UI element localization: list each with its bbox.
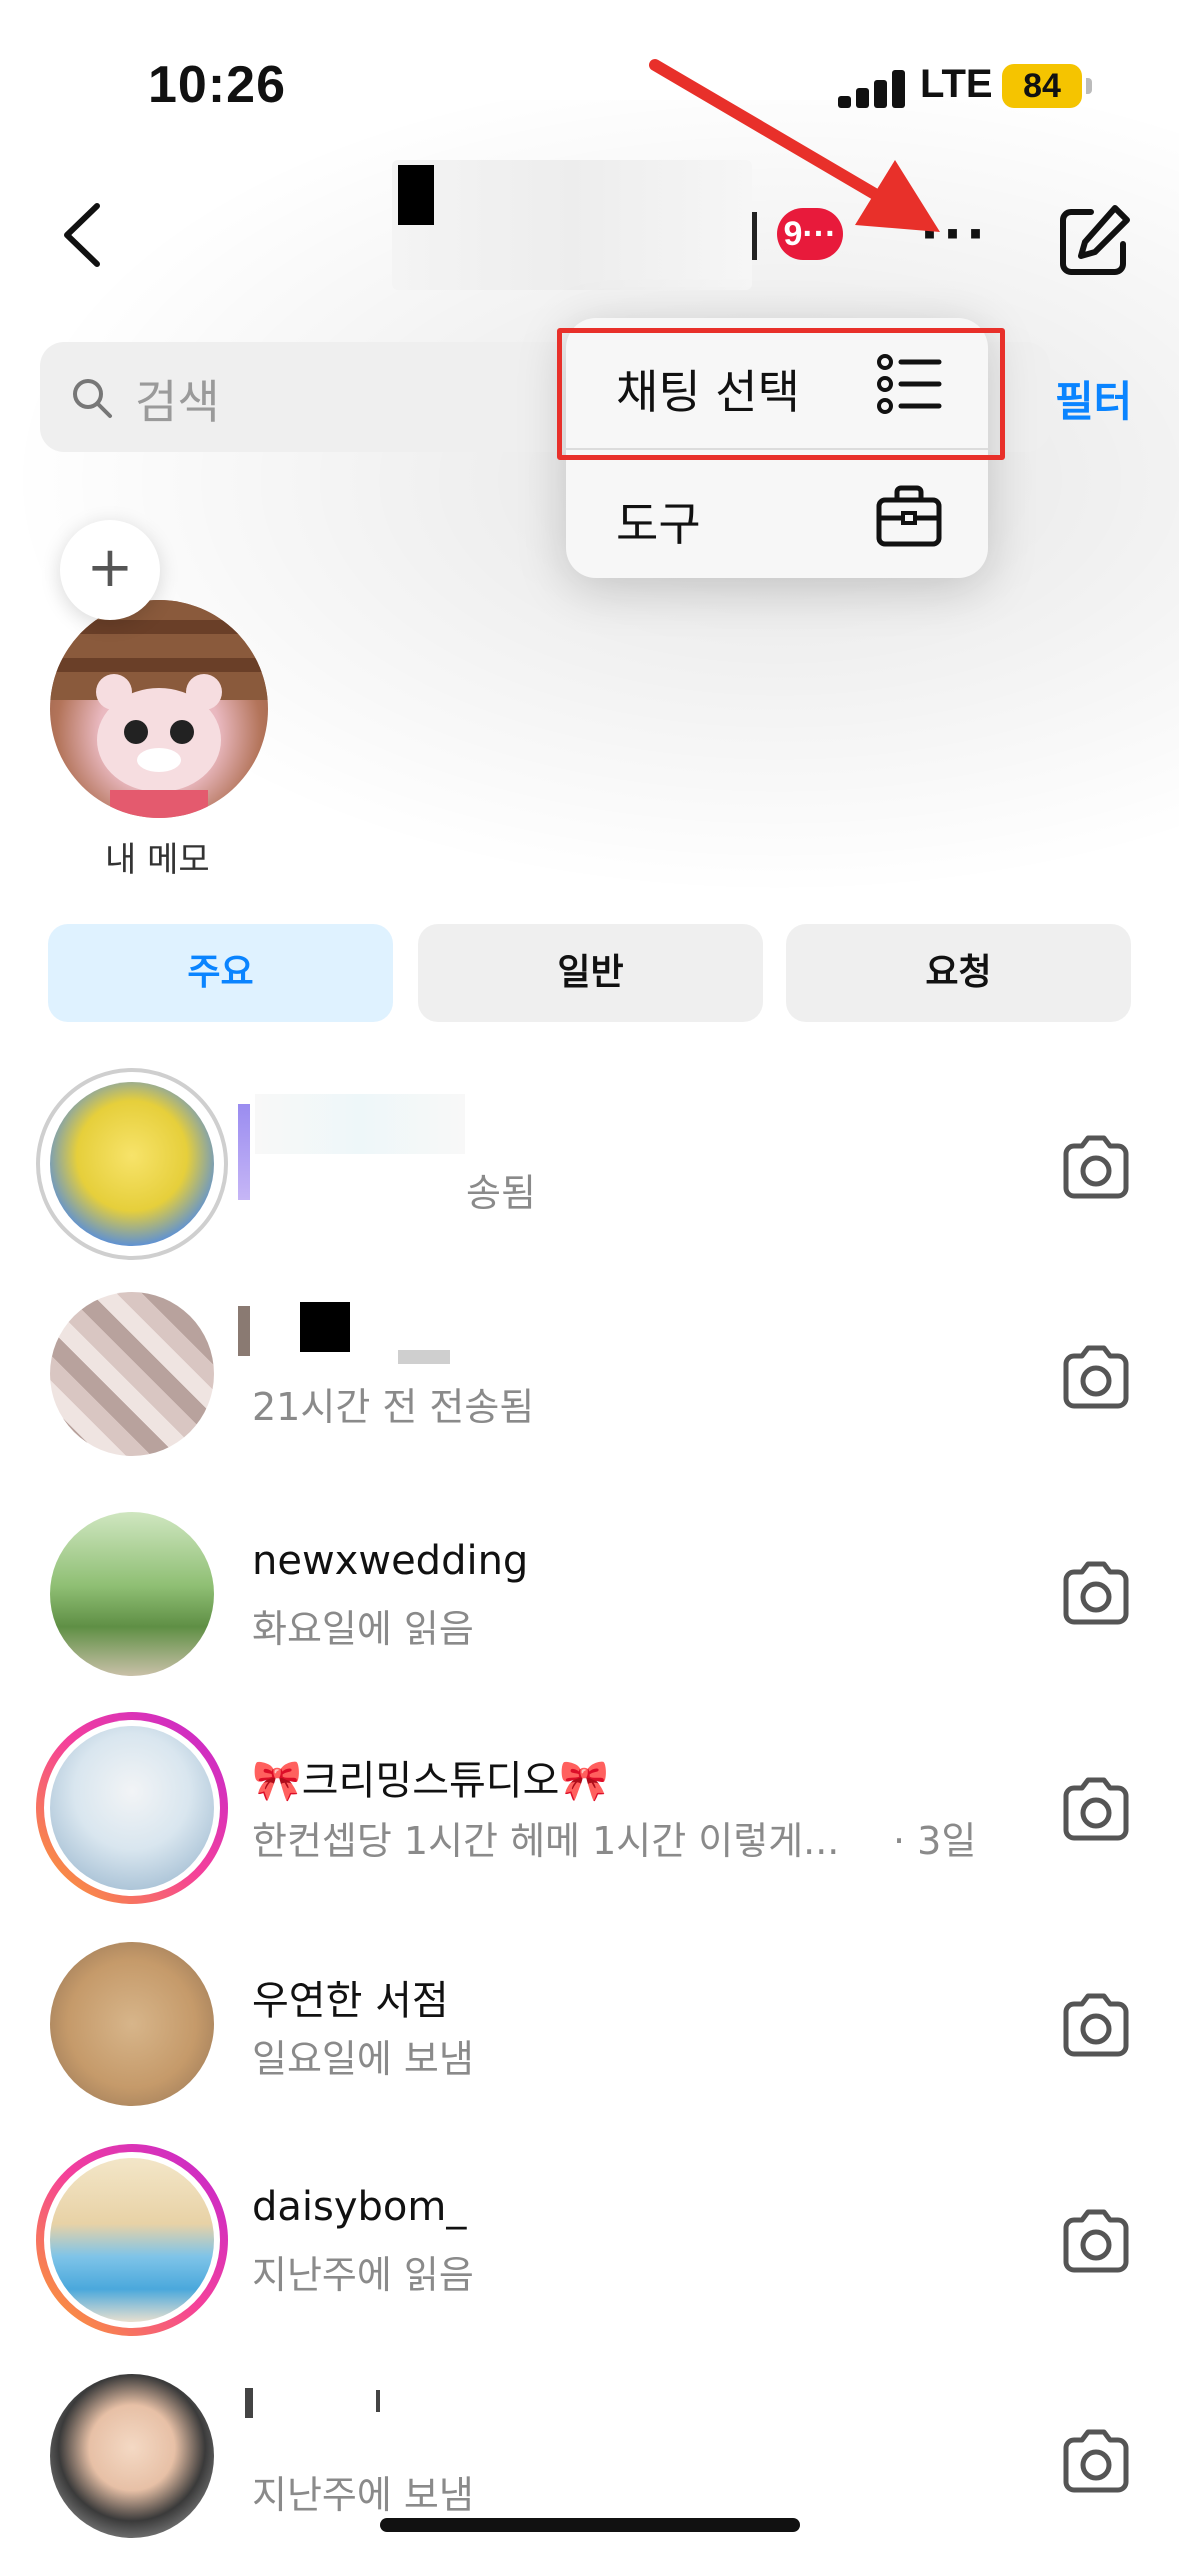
camera-icon[interactable] [1060, 1344, 1132, 1410]
thread-status: 지난주에 보냄 [252, 2473, 474, 2517]
title-redaction [398, 165, 434, 225]
avatar [50, 1082, 214, 1246]
camera-icon[interactable] [1060, 2208, 1132, 2274]
name-redaction [398, 1350, 450, 1364]
thread-row[interactable]: 🎀크리밍스튜디오🎀 한컨셉당 1시간 헤메 1시간 이렇게... · 3일 [0, 1712, 1179, 1912]
thread-status: 일요일에 보냄 [252, 2037, 474, 2081]
avatar [50, 1512, 214, 1676]
compose-button[interactable] [1055, 200, 1135, 280]
avatar [50, 1726, 214, 1890]
compose-icon [1060, 205, 1130, 275]
name-redaction [300, 1302, 350, 1352]
toolbox-icon [876, 485, 942, 547]
thread-row[interactable]: newxwedding 화요일에 읽음 [0, 1496, 1179, 1696]
thread-name: daisybom_ [252, 2184, 467, 2230]
thread-name: 🎀크리밍스튜디오🎀 [252, 1758, 610, 1804]
thread-status: 한컨셉당 1시간 헤메 1시간 이렇게... [252, 1819, 840, 1863]
status-time: 10:26 [148, 56, 286, 114]
thread-row[interactable]: 송됨 [0, 1064, 1179, 1264]
thread-status: 송됨 [466, 1171, 536, 1215]
thread-status: 화요일에 읽음 [252, 1607, 474, 1651]
name-redaction [238, 1104, 250, 1200]
my-note-caption: 내 메모 [105, 840, 210, 880]
avatar [50, 2374, 214, 2538]
battery-icon: 84 [1002, 64, 1082, 108]
annotation-highlight-box [557, 328, 1005, 460]
home-indicator[interactable] [380, 2518, 800, 2532]
menu-item-label: 도구 [616, 497, 701, 551]
thread-status: 지난주에 읽음 [252, 2253, 474, 2297]
thread-status: 21시간 전 전송됨 [252, 1385, 535, 1429]
menu-item-tools[interactable]: 도구 [566, 450, 988, 580]
name-redaction [245, 2388, 253, 2418]
annotation-arrow [649, 59, 940, 232]
my-note-avatar[interactable] [50, 600, 268, 818]
battery-cap [1086, 78, 1092, 94]
camera-icon[interactable] [1060, 1776, 1132, 1842]
avatar [50, 1292, 214, 1456]
camera-icon[interactable] [1060, 1992, 1132, 2058]
thread-timestamp: · 3일 [893, 1819, 977, 1863]
avatar [50, 2158, 214, 2322]
filter-button[interactable]: 필터 [1055, 368, 1132, 429]
camera-icon[interactable] [1060, 1134, 1132, 1200]
add-note-button[interactable]: + [60, 520, 160, 620]
thread-name: newxwedding [252, 1538, 529, 1584]
tab-general[interactable]: 일반 [418, 924, 763, 1022]
thread-name: 우연한 서점 [252, 1978, 449, 2024]
thread-row[interactable]: 우연한 서점 일요일에 보냄 [0, 1928, 1179, 2128]
avatar [50, 1942, 214, 2106]
camera-icon[interactable] [1060, 2428, 1132, 2494]
name-redaction [376, 2390, 380, 2412]
tab-requests[interactable]: 요청 [786, 924, 1131, 1022]
thread-row[interactable]: daisybom_ 지난주에 읽음 [0, 2144, 1179, 2344]
camera-icon[interactable] [1060, 1560, 1132, 1626]
tab-primary[interactable]: 주요 [48, 924, 393, 1022]
search-icon [70, 376, 114, 420]
chevron-left-icon [64, 203, 100, 267]
name-redaction [255, 1094, 465, 1154]
thread-row[interactable]: 21시간 전 전송됨 [0, 1280, 1179, 1480]
search-placeholder: 검색 [135, 375, 220, 429]
back-button[interactable] [55, 200, 115, 270]
name-redaction [238, 1306, 250, 1356]
